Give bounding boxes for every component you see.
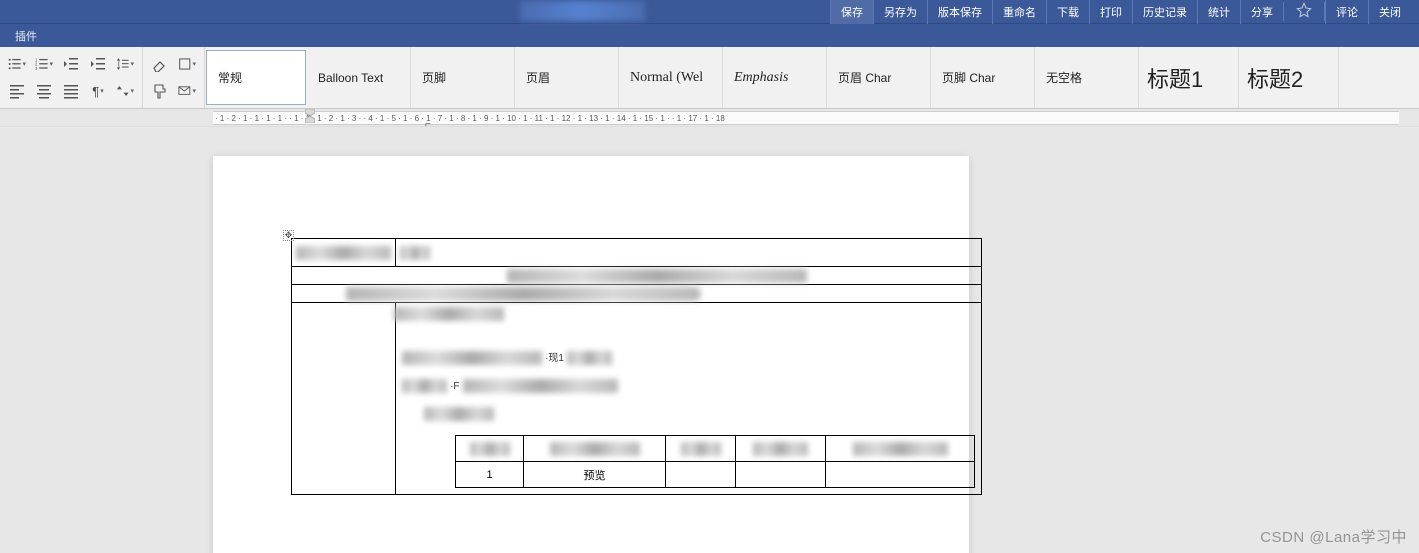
table-row[interactable]: ·现1 ·F [292,303,982,495]
sort-icon[interactable] [116,82,134,100]
inner-table[interactable]: 1 预览 [455,435,975,488]
version-save-button[interactable]: 版本保存 [927,0,992,24]
table-move-handle-icon[interactable]: ✥ [283,230,294,241]
print-button[interactable]: 打印 [1089,0,1132,24]
eraser-icon[interactable] [151,55,169,73]
style-normal-wel[interactable]: Normal (Wel [619,47,723,108]
table-row[interactable] [456,436,975,462]
rename-button[interactable]: 重命名 [992,0,1046,24]
style-gallery: 常规 Balloon Text 页脚 页眉 Normal (Wel Emphas… [205,47,1339,108]
numbered-list-icon[interactable]: 123 [35,55,53,73]
shading-icon[interactable] [178,55,196,73]
favorite-star-icon[interactable] [1283,2,1325,21]
style-no-spacing[interactable]: 无空格 [1035,47,1139,108]
stats-button[interactable]: 统计 [1197,0,1240,24]
cell-number[interactable]: 1 [456,462,524,488]
fragment-text: ·F [450,381,459,392]
ribbon-toolbar: 123 ¶ 常规 Balloon Text 页脚 页眉 Normal (Wel … [0,47,1419,109]
style-footer-char[interactable]: 页脚 Char [931,47,1035,108]
increase-indent-icon[interactable] [89,55,107,73]
style-heading1[interactable]: 标题1 [1139,47,1239,108]
style-heading2[interactable]: 标题2 [1239,47,1339,108]
cell-preview[interactable]: 预览 [524,462,666,488]
close-button[interactable]: 关闭 [1368,0,1411,24]
save-as-button[interactable]: 另存为 [873,0,927,24]
table-row[interactable] [292,267,982,285]
align-center-icon[interactable] [35,82,53,100]
table-row[interactable] [292,285,982,303]
envelope-icon[interactable] [178,82,196,100]
document-page[interactable]: ✥ [213,156,969,553]
download-button[interactable]: 下载 [1046,0,1089,24]
style-header-char[interactable]: 页眉 Char [827,47,931,108]
page-content: ✥ [291,238,886,495]
style-header[interactable]: 页眉 [515,47,619,108]
paragraph-mark-icon[interactable]: ¶ [89,82,107,100]
format-painter-icon[interactable] [151,82,169,100]
table-row[interactable] [292,239,982,267]
svg-text:3: 3 [35,66,38,71]
share-button[interactable]: 分享 [1240,0,1283,24]
main-table[interactable]: ·现1 ·F [291,238,982,495]
title-blur [520,1,645,21]
style-normal[interactable]: 常规 [206,50,306,105]
table-row[interactable]: 1 预览 [456,462,975,488]
align-justify-icon[interactable] [62,82,80,100]
line-spacing-icon[interactable] [116,55,134,73]
indent-marker-icon[interactable] [305,109,315,128]
comments-button[interactable]: 评论 [1325,0,1368,24]
style-balloon-text[interactable]: Balloon Text [307,47,411,108]
align-left-icon[interactable] [8,82,26,100]
list-indent-group: 123 ¶ [0,47,143,108]
style-emphasis[interactable]: Emphasis [723,47,827,108]
second-bar: 插件 [0,23,1419,47]
horizontal-ruler[interactable]: · 1 · 2 · 1 · 1 · 1 · 1 · · 1 · 1 · 1 · … [0,109,1419,127]
save-button[interactable]: 保存 [830,0,873,24]
format-clear-group [143,47,205,108]
ruler-ticks: · 1 · 2 · 1 · 1 · 1 · 1 · · 1 · 1 · 1 · … [215,114,725,123]
decrease-indent-icon[interactable] [62,55,80,73]
plugin-tab[interactable]: 插件 [6,26,46,46]
fragment-text: ·现1 [545,353,564,364]
style-footer[interactable]: 页脚 [411,47,515,108]
document-canvas[interactable]: ✥ [0,128,1419,553]
top-menu-bar: 保存 另存为 版本保存 重命名 下载 打印 历史记录 统计 分享 评论 关闭 [0,0,1419,23]
watermark-text: CSDN @Lana学习中 [1260,526,1407,547]
history-button[interactable]: 历史记录 [1132,0,1197,24]
bullet-list-icon[interactable] [8,55,26,73]
